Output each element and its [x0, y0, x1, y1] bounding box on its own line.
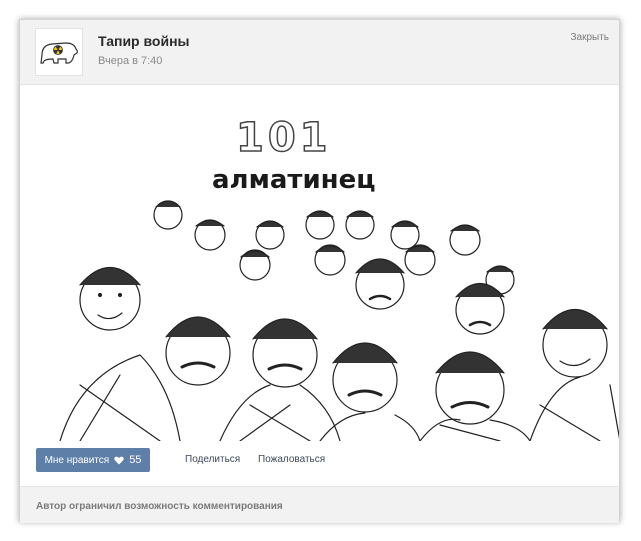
post-image[interactable]: 101 алматинец	[20, 85, 619, 441]
face-bg-1	[153, 200, 183, 230]
face-mid-1	[79, 266, 141, 331]
post-header: Тапир войны Вчера в 7:40 Закрыть	[20, 20, 619, 85]
face-bg-7	[449, 224, 481, 256]
face-front-2	[252, 318, 318, 388]
like-button[interactable]: Мне нравится 55	[36, 448, 150, 472]
post-timestamp[interactable]: Вчера в 7:40	[98, 55, 162, 67]
author-avatar[interactable]	[35, 28, 83, 76]
heart-icon	[114, 456, 124, 464]
report-link[interactable]: Пожаловаться	[258, 454, 325, 465]
face-bg-10	[404, 244, 436, 276]
face-front-3	[332, 342, 398, 413]
share-link[interactable]: Поделиться	[185, 454, 240, 465]
comments-footer: Автор ограничил возможность комментирова…	[20, 486, 619, 523]
face-bg-2	[194, 219, 226, 251]
tapir-logo-icon	[40, 42, 78, 64]
like-count: 55	[129, 454, 142, 466]
face-bg-3	[255, 220, 285, 250]
comments-disabled-notice: Автор ограничил возможность комментирова…	[36, 501, 283, 512]
face-mid-2	[355, 258, 405, 310]
face-bg-4	[305, 210, 335, 240]
face-bg-6	[390, 220, 420, 250]
face-front-1	[165, 316, 231, 386]
face-front-4	[435, 351, 505, 425]
face-mid-3	[455, 283, 505, 335]
crowd-illustration	[59, 200, 619, 441]
post-actions: Мне нравится 55 Поделиться Пожаловаться	[20, 441, 619, 481]
face-bg-8	[239, 249, 271, 281]
close-button[interactable]: Закрыть	[570, 32, 609, 43]
face-mid-4	[542, 308, 608, 378]
face-bg-5	[345, 210, 375, 240]
like-label: Мне нравится	[44, 454, 110, 466]
author-name[interactable]: Тапир войны	[98, 33, 190, 49]
post-card: Тапир войны Вчера в 7:40 Закрыть 101 алм…	[19, 19, 620, 523]
face-bg-9	[314, 244, 346, 276]
